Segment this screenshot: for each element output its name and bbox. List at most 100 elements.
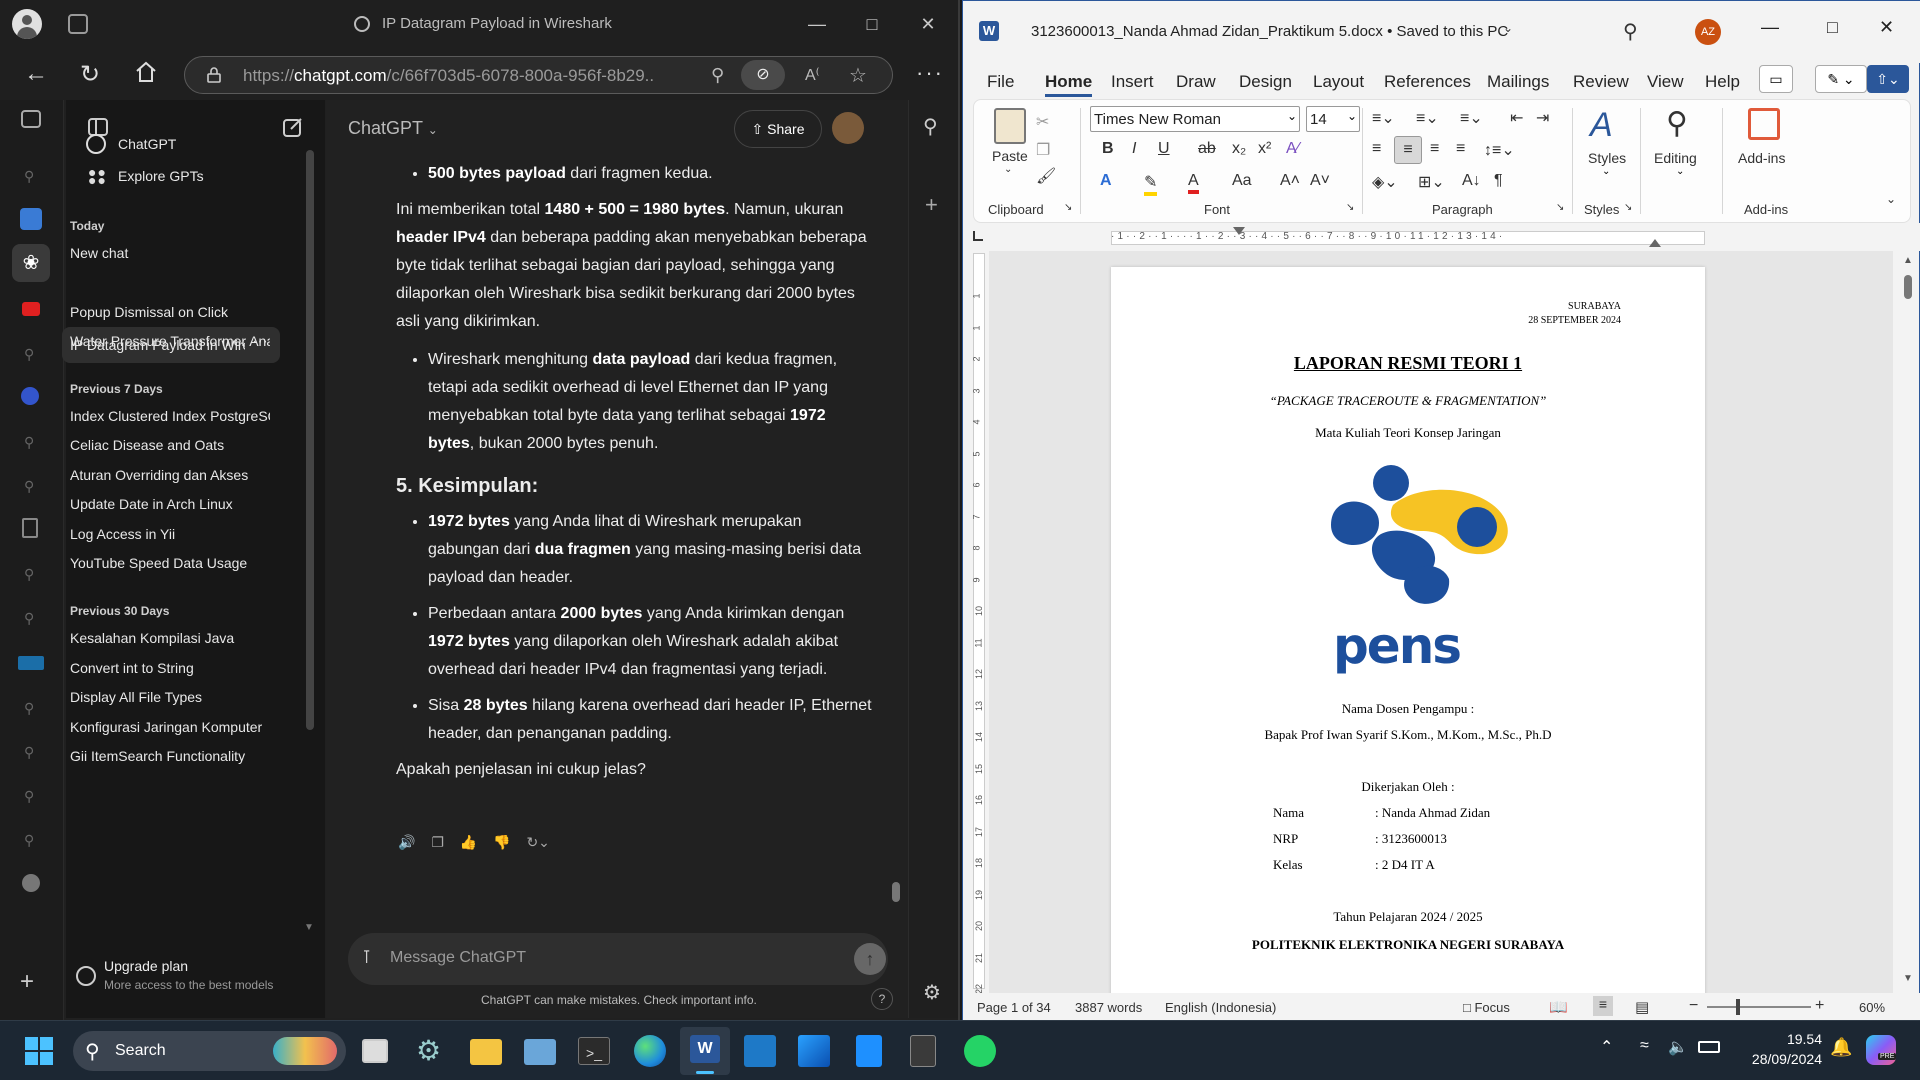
- strikethrough-icon[interactable]: ab: [1198, 140, 1216, 158]
- history-item[interactable]: Index Clustered Index PostgreSQ: [70, 408, 270, 424]
- edge-app-icon[interactable]: [634, 1035, 666, 1067]
- zoom-thumb[interactable]: [1736, 999, 1740, 1015]
- share-button[interactable]: ⇧⌄: [1867, 65, 1909, 93]
- tab-selector-icon[interactable]: [973, 231, 983, 241]
- search-icon[interactable]: ⚲: [1623, 19, 1638, 44]
- align-center-icon[interactable]: ≡: [1394, 136, 1422, 164]
- thumbs-up-icon[interactable]: 👍: [460, 834, 477, 850]
- collapse-ribbon-icon[interactable]: ⌄: [1886, 192, 1896, 206]
- show-marks-icon[interactable]: ¶: [1494, 172, 1503, 190]
- battery-icon[interactable]: [1698, 1041, 1720, 1053]
- styles-launcher-icon[interactable]: ↘: [1624, 202, 1632, 213]
- tabs-icon[interactable]: [21, 110, 41, 128]
- maximize-icon[interactable]: □: [860, 12, 884, 36]
- rail-tab-icon[interactable]: [22, 874, 40, 892]
- sidebar-item-explore-gpts[interactable]: Explore GPTs: [118, 168, 323, 184]
- workspaces-icon[interactable]: [68, 14, 88, 34]
- settings-app-icon[interactable]: ⚙: [416, 1035, 448, 1067]
- notes-app-icon[interactable]: [856, 1035, 882, 1067]
- bullets-icon[interactable]: ≡⌄: [1372, 108, 1395, 128]
- regenerate-icon[interactable]: ↻⌄: [526, 834, 549, 850]
- history-item[interactable]: Update Date in Arch Linux: [70, 496, 275, 512]
- history-item[interactable]: Popup Dismissal on Click: [70, 304, 275, 320]
- youtube-tab-icon[interactable]: [22, 302, 40, 316]
- read-mode-icon[interactable]: 📖: [1549, 998, 1568, 1016]
- rail-search-icon[interactable]: ⚲: [24, 168, 34, 185]
- app-icon-blue[interactable]: [744, 1035, 776, 1067]
- font-color-icon[interactable]: A: [1188, 172, 1199, 194]
- account-avatar[interactable]: AZ: [1695, 19, 1721, 45]
- history-item[interactable]: New chat: [70, 245, 275, 261]
- addins-button[interactable]: Add-ins: [1730, 106, 1800, 186]
- history-item[interactable]: Gii ItemSearch Functionality: [70, 748, 275, 764]
- vertical-scrollbar[interactable]: ▲ ▼: [1897, 251, 1919, 993]
- copy-icon[interactable]: ❐: [1036, 140, 1050, 160]
- url-text[interactable]: https://chatgpt.com/c/66f703d5-6078-800a…: [243, 66, 653, 86]
- numbering-icon[interactable]: ≡⌄: [1416, 108, 1439, 128]
- rail-search-icon-10[interactable]: ⚲: [24, 832, 34, 849]
- scroll-thumb[interactable]: [1904, 275, 1912, 299]
- rail-search-icon-4[interactable]: ⚲: [24, 478, 34, 495]
- tab-draw[interactable]: Draw: [1176, 72, 1216, 92]
- zoom-slider[interactable]: [1707, 999, 1811, 1015]
- help-button[interactable]: ?: [871, 988, 893, 1010]
- vertical-ruler[interactable]: 1 1 2 3 4 5 6 7 8 9 10 11 12 13 14 15 16 17 18 19 20 21 22: [969, 251, 989, 994]
- whatsapp-icon[interactable]: [964, 1035, 996, 1067]
- minimize-icon[interactable]: —: [1761, 17, 1779, 38]
- paste-button[interactable]: Paste ⌄: [988, 108, 1032, 180]
- thumbs-down-icon[interactable]: 👎: [493, 834, 510, 850]
- clear-formatting-icon[interactable]: A∕: [1286, 140, 1299, 158]
- clock-date[interactable]: 28/09/2024: [1746, 1051, 1822, 1067]
- clock-time[interactable]: 19.54: [1746, 1031, 1822, 1047]
- justify-icon[interactable]: ≡: [1456, 140, 1465, 158]
- zoom-in-icon[interactable]: +: [1815, 997, 1824, 1015]
- scroll-down-icon[interactable]: ▼: [1903, 973, 1913, 984]
- tab-review[interactable]: Review: [1573, 72, 1629, 92]
- message-input[interactable]: ⊺ Message ChatGPT ↑: [348, 933, 888, 985]
- grow-font-icon[interactable]: A˄: [1280, 172, 1300, 190]
- sidebar-search-icon[interactable]: ⚲: [923, 114, 938, 139]
- notifications-icon[interactable]: 🔔: [1830, 1037, 1852, 1058]
- volume-icon[interactable]: 🔈: [1668, 1037, 1688, 1057]
- tab-home[interactable]: Home: [1045, 72, 1093, 97]
- close-icon[interactable]: ✕: [1879, 17, 1894, 38]
- globe-tab-icon[interactable]: [21, 387, 39, 405]
- page-count[interactable]: Page 1 of 34: [977, 1000, 1051, 1015]
- tab-mailings[interactable]: Mailings: [1487, 72, 1549, 92]
- word-count[interactable]: 3887 words: [1075, 1000, 1142, 1015]
- minimize-icon[interactable]: —: [805, 12, 829, 36]
- close-icon[interactable]: ✕: [916, 12, 940, 36]
- profile-icon[interactable]: [12, 9, 42, 39]
- document-page[interactable]: SURABAYA 28 SEPTEMBER 2024 LAPORAN RESMI…: [1111, 267, 1705, 993]
- refresh-icon[interactable]: ↻: [80, 60, 100, 89]
- rail-search-icon-8[interactable]: ⚲: [24, 744, 34, 761]
- history-item[interactable]: YouTube Speed Data Usage: [70, 555, 275, 571]
- sidebar-add-icon[interactable]: +: [925, 192, 938, 218]
- calculator-icon[interactable]: [910, 1035, 936, 1067]
- editing-mode-button[interactable]: ✎ ⌄: [1815, 65, 1867, 93]
- settings-icon[interactable]: ⚙: [923, 980, 941, 1005]
- change-case-icon[interactable]: Aa: [1232, 172, 1252, 190]
- text-effects-icon[interactable]: A: [1100, 172, 1112, 190]
- file-explorer-icon[interactable]: [470, 1039, 502, 1065]
- zoom-icon[interactable]: ⚲: [711, 65, 724, 86]
- wifi-icon[interactable]: ≈: [1640, 1037, 1649, 1055]
- lock-icon[interactable]: [207, 67, 221, 83]
- tab-insert[interactable]: Insert: [1111, 72, 1154, 92]
- scroll-down-icon[interactable]: ▼: [304, 922, 314, 933]
- align-right-icon[interactable]: ≡: [1430, 140, 1439, 158]
- home-icon[interactable]: [134, 60, 158, 84]
- back-icon[interactable]: ←: [24, 60, 48, 88]
- history-item[interactable]: Aturan Overriding dan Akses: [70, 467, 275, 483]
- tray-overflow-icon[interactable]: ⌃: [1600, 1037, 1613, 1057]
- address-bar[interactable]: https://chatgpt.com/c/66f703d5-6078-800a…: [184, 56, 893, 94]
- editing-button[interactable]: ⚲ Editing ⌄: [1650, 106, 1714, 186]
- rail-search-icon-3[interactable]: ⚲: [24, 434, 34, 451]
- highlight-icon[interactable]: ✎: [1144, 172, 1158, 196]
- scroll-up-icon[interactable]: ▲: [1903, 255, 1913, 266]
- sidebar-item-chatgpt[interactable]: ChatGPT: [118, 136, 323, 152]
- tab-view[interactable]: View: [1647, 72, 1684, 92]
- word-app-active[interactable]: W: [680, 1027, 730, 1075]
- terminal-icon[interactable]: >_: [578, 1037, 610, 1065]
- rail-search-icon-5[interactable]: ⚲: [24, 566, 34, 583]
